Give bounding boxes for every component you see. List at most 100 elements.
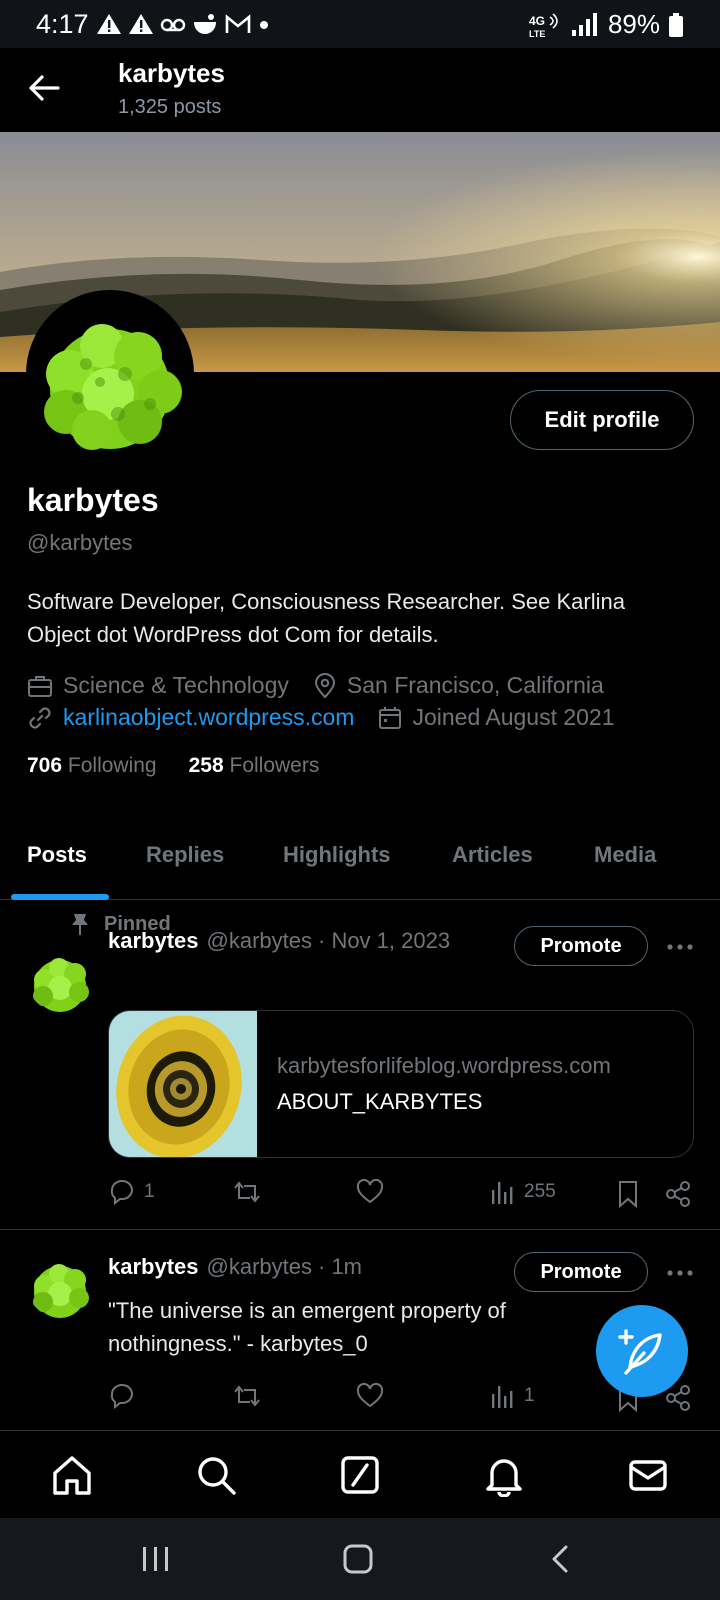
views-count: 1 (524, 1385, 535, 1406)
link-card-domain: karbytesforlifeblog.wordpress.com (277, 1053, 611, 1078)
tab-media[interactable]: Media (594, 842, 656, 868)
tab-articles[interactable]: Articles (452, 842, 533, 868)
voicemail-icon (160, 18, 186, 32)
dot-icon (260, 21, 268, 29)
reply-count: 1 (144, 1181, 155, 1202)
bell-icon[interactable] (482, 1453, 526, 1497)
svg-text:4G: 4G (529, 14, 545, 28)
post-avatar[interactable] (27, 1252, 93, 1318)
tab-replies[interactable]: Replies (146, 842, 224, 868)
tab-highlights[interactable]: Highlights (283, 842, 391, 868)
views-chart-icon (492, 1182, 513, 1204)
repost-button[interactable] (232, 1382, 262, 1410)
profile-meta-row-2: karlinaobject.wordpress.com Joined Augus… (27, 704, 639, 731)
status-bar: 4:17 4G LTE 89% (0, 0, 720, 48)
profile-location-label: San Francisco, California (346, 672, 604, 698)
recent-apps-icon[interactable] (140, 1544, 172, 1574)
post-time: · 1m (318, 1254, 362, 1279)
svg-text:LTE: LTE (529, 29, 545, 39)
more-options-icon[interactable] (666, 1268, 694, 1278)
notification-icons (96, 12, 270, 36)
header-post-count: 1,325 posts (118, 96, 222, 118)
back-button-icon[interactable] (548, 1544, 572, 1574)
post-author[interactable]: karbytes (108, 928, 199, 954)
like-button[interactable] (356, 1382, 384, 1410)
arrow-left-icon[interactable] (24, 68, 64, 108)
following-label: Following (67, 754, 157, 777)
heart-icon (356, 1382, 384, 1408)
profile-tabs: Posts Replies Highlights Articles Media (0, 820, 720, 900)
post-header: karbytes @karbytes · Nov 1, 2023 (108, 928, 450, 954)
signal-icon (571, 12, 597, 36)
promote-button[interactable]: Promote (514, 926, 648, 966)
link-card[interactable]: karbytesforlifeblog.wordpress.com ABOUT_… (108, 1010, 694, 1158)
compose-post-button[interactable] (596, 1305, 688, 1397)
app-notification-icon (194, 14, 216, 34)
followers-label: Followers (229, 754, 320, 777)
4g-lte-icon: 4GLTE (529, 12, 558, 39)
views-button[interactable]: 1 (490, 1382, 535, 1410)
battery-percent: 89% (607, 9, 660, 39)
warning-icon (129, 14, 153, 34)
profile-handle: @karbytes (27, 530, 133, 555)
search-icon[interactable] (194, 1453, 238, 1497)
like-button[interactable] (356, 1178, 384, 1206)
repost-icon (234, 1181, 260, 1203)
post-avatar[interactable] (27, 946, 93, 1012)
calendar-icon (379, 706, 402, 729)
followers-link[interactable]: 258 Followers (189, 754, 320, 778)
warning-icon (97, 14, 121, 34)
profile-category: Science & Technology (27, 672, 289, 699)
views-count: 255 (524, 1181, 556, 1202)
profile-name: karbytes (27, 482, 159, 518)
bookmark-icon[interactable] (616, 1180, 640, 1208)
link-card-thumbnail (109, 1011, 257, 1157)
home-button-icon[interactable] (342, 1544, 374, 1574)
post-author[interactable]: karbytes (108, 1254, 199, 1280)
home-icon[interactable] (50, 1453, 94, 1497)
reply-button[interactable] (108, 1382, 136, 1410)
profile-bio: Software Developer, Consciousness Resear… (27, 589, 625, 647)
reply-button[interactable]: 1 (108, 1178, 155, 1206)
more-options-icon[interactable] (666, 942, 694, 952)
link-card-title: ABOUT_KARBYTES (277, 1089, 483, 1114)
grok-icon[interactable] (338, 1453, 382, 1497)
repost-icon (234, 1385, 260, 1407)
post-time: · Nov 1, 2023 (318, 928, 451, 953)
profile-website-link[interactable]: karlinaobject.wordpress.com (63, 704, 354, 731)
profile-meta-row-1: Science & Technology San Francisco, Cali… (27, 672, 628, 699)
profile-location: San Francisco, California (313, 672, 604, 699)
profile-category-label: Science & Technology (63, 672, 289, 698)
post-item[interactable]: Pinned karbytes @karbytes · Nov 1, 2023 … (0, 900, 720, 1230)
location-pin-icon (314, 672, 335, 698)
profile-header: karbytes 1,325 posts (0, 48, 720, 132)
tab-posts[interactable]: Posts (27, 842, 87, 868)
views-button[interactable]: 255 (490, 1178, 556, 1206)
profile-website[interactable]: karlinaobject.wordpress.com (27, 704, 354, 731)
briefcase-icon (28, 675, 52, 697)
feather-plus-icon (618, 1329, 662, 1375)
pin-icon (72, 914, 88, 935)
link-icon (29, 706, 51, 729)
reply-icon (110, 1384, 134, 1410)
share-icon[interactable] (664, 1180, 692, 1208)
post-handle: @karbytes (206, 928, 312, 953)
repost-button[interactable] (232, 1178, 262, 1206)
follow-stats: 706 Following 258 Followers (27, 754, 319, 778)
following-count: 706 (27, 754, 63, 777)
system-navigation-bar (0, 1518, 720, 1600)
views-chart-icon (492, 1386, 513, 1408)
following-link[interactable]: 706 Following (27, 754, 157, 778)
edit-profile-button[interactable]: Edit profile (510, 390, 694, 450)
profile-avatar[interactable] (26, 290, 194, 458)
heart-icon (356, 1178, 384, 1204)
profile-joined: Joined August 2021 (378, 704, 615, 731)
reply-icon (110, 1180, 134, 1206)
post-actions: 1 255 (108, 1178, 698, 1214)
promote-button[interactable]: Promote (514, 1252, 648, 1292)
mail-icon[interactable] (626, 1453, 670, 1497)
bottom-navigation (0, 1430, 720, 1518)
post-handle: @karbytes (206, 1254, 312, 1279)
header-title: karbytes (118, 58, 225, 88)
status-time: 4:17 (36, 9, 89, 39)
